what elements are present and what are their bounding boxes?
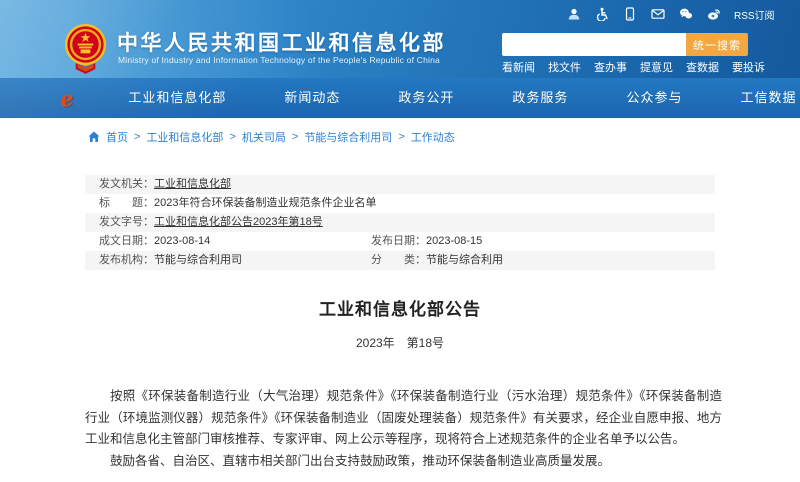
search-box: 统一搜索 xyxy=(502,33,748,56)
meta-label: 发布日期： xyxy=(371,232,426,251)
quick-links: 看新闻 找文件 查办事 提意见 查数据 要投诉 xyxy=(502,59,765,75)
nav-item-public-participation[interactable]: 公众参与 xyxy=(597,78,711,118)
meta-row-dates: 成文日期： 2023-08-14 发布日期： 2023-08-15 xyxy=(85,232,715,251)
meta-label: 发文机关： xyxy=(99,175,154,194)
quick-link-complaints[interactable]: 要投诉 xyxy=(732,59,765,75)
mail-icon[interactable] xyxy=(650,7,665,22)
meta-row-issuing-agency: 发文机关： 工业和信息化部 xyxy=(85,175,715,194)
article-issue-number: 2023年 第18号 xyxy=(0,334,800,351)
breadcrumb-separator: > xyxy=(134,131,140,143)
meta-label: 标 题： xyxy=(99,194,154,213)
quick-link-documents[interactable]: 找文件 xyxy=(548,59,581,75)
meta-value: 工业和信息化部 xyxy=(154,175,231,194)
home-icon xyxy=(88,131,100,143)
nav-item-gov-disclosure[interactable]: 政务公开 xyxy=(369,78,483,118)
mobile-icon[interactable] xyxy=(622,7,637,22)
quick-link-news[interactable]: 看新闻 xyxy=(502,59,535,75)
article-paragraph: 按照《环保装备制造行业（大气治理）规范条件》《环保装备制造行业（污水治理）规范条… xyxy=(85,386,722,451)
quick-link-opinions[interactable]: 提意见 xyxy=(640,59,673,75)
breadcrumb-item-home[interactable]: 首页 xyxy=(106,129,128,145)
site-header: 中华人民共和国工业和信息化部 Ministry of Industry and … xyxy=(0,0,800,78)
search-input[interactable] xyxy=(502,33,686,56)
site-title: 中华人民共和国工业和信息化部 xyxy=(117,27,446,57)
meta-label: 发布机构： xyxy=(99,251,154,270)
meta-label: 发文字号： xyxy=(99,213,154,232)
meta-value: 工业和信息化部公告2023年第18号 xyxy=(154,213,323,232)
meta-label: 成文日期： xyxy=(99,232,154,251)
breadcrumb-item-miit[interactable]: 工业和信息化部 xyxy=(146,129,223,145)
meta-value: 2023-08-15 xyxy=(426,232,482,251)
gov-e-logo-icon: e xyxy=(58,85,75,112)
breadcrumb-separator: > xyxy=(398,131,404,143)
breadcrumb-item-departments[interactable]: 机关司局 xyxy=(242,129,286,145)
quick-link-services[interactable]: 查办事 xyxy=(594,59,627,75)
weibo-icon[interactable] xyxy=(706,7,721,22)
meta-value: 节能与综合利用 xyxy=(426,251,503,270)
nav-item-data[interactable]: 工信数据 xyxy=(711,78,800,118)
nav-item-gov-services[interactable]: 政务服务 xyxy=(483,78,597,118)
article-paragraph: 鼓励各省、自治区、直辖市相关部门出台支持鼓励政策，推动环保装备制造业高质量发展。 xyxy=(85,451,722,473)
wechat-icon[interactable] xyxy=(678,7,693,22)
breadcrumb-item-work-updates[interactable]: 工作动态 xyxy=(411,129,455,145)
meta-value: 2023-08-14 xyxy=(154,232,210,251)
meta-row-title: 标 题： 2023年符合环保装备制造业规范条件企业名单 xyxy=(85,194,715,213)
accessibility-icon[interactable] xyxy=(594,7,609,22)
breadcrumb-item-energy-dept[interactable]: 节能与综合利用司 xyxy=(304,129,392,145)
meta-value: 2023年符合环保装备制造业规范条件企业名单 xyxy=(154,194,376,213)
nav-item-miit[interactable]: 工业和信息化部 xyxy=(99,78,255,118)
meta-value: 节能与综合利用司 xyxy=(154,251,242,270)
article-title: 工业和信息化部公告 xyxy=(0,295,800,320)
miit-webpage: 中华人民共和国工业和信息化部 Ministry of Industry and … xyxy=(0,0,800,482)
national-emblem-logo xyxy=(62,22,109,76)
topbar-icon-strip: RSS订阅 xyxy=(566,6,775,22)
article-body: 按照《环保装备制造行业（大气治理）规范条件》《环保装备制造行业（污水治理）规范条… xyxy=(85,386,722,472)
user-service-icon[interactable] xyxy=(566,7,581,22)
site-subtitle: Ministry of Industry and Information Tec… xyxy=(118,55,440,65)
meta-row-publisher-category: 发布机构： 节能与综合利用司 分 类： 节能与综合利用 xyxy=(85,251,715,270)
document-meta-table: 发文机关： 工业和信息化部 标 题： 2023年符合环保装备制造业规范条件企业名… xyxy=(85,175,715,270)
breadcrumb-separator: > xyxy=(229,131,235,143)
meta-label: 分 类： xyxy=(371,251,426,270)
nav-item-news[interactable]: 新闻动态 xyxy=(255,78,369,118)
meta-row-document-number: 发文字号： 工业和信息化部公告2023年第18号 xyxy=(85,213,715,232)
main-nav: e 工业和信息化部 新闻动态 政务公开 政务服务 公众参与 工信数据 专题专栏 xyxy=(0,78,800,118)
rss-subscribe-link[interactable]: RSS订阅 xyxy=(734,7,775,22)
nav-items: 工业和信息化部 新闻动态 政务公开 政务服务 公众参与 工信数据 专题专栏 xyxy=(99,78,800,118)
unified-search-button[interactable]: 统一搜索 xyxy=(686,33,748,56)
breadcrumb: 首页 > 工业和信息化部 > 机关司局 > 节能与综合利用司 > 工作动态 xyxy=(88,129,455,145)
breadcrumb-separator: > xyxy=(292,131,298,143)
quick-link-data[interactable]: 查数据 xyxy=(686,59,719,75)
